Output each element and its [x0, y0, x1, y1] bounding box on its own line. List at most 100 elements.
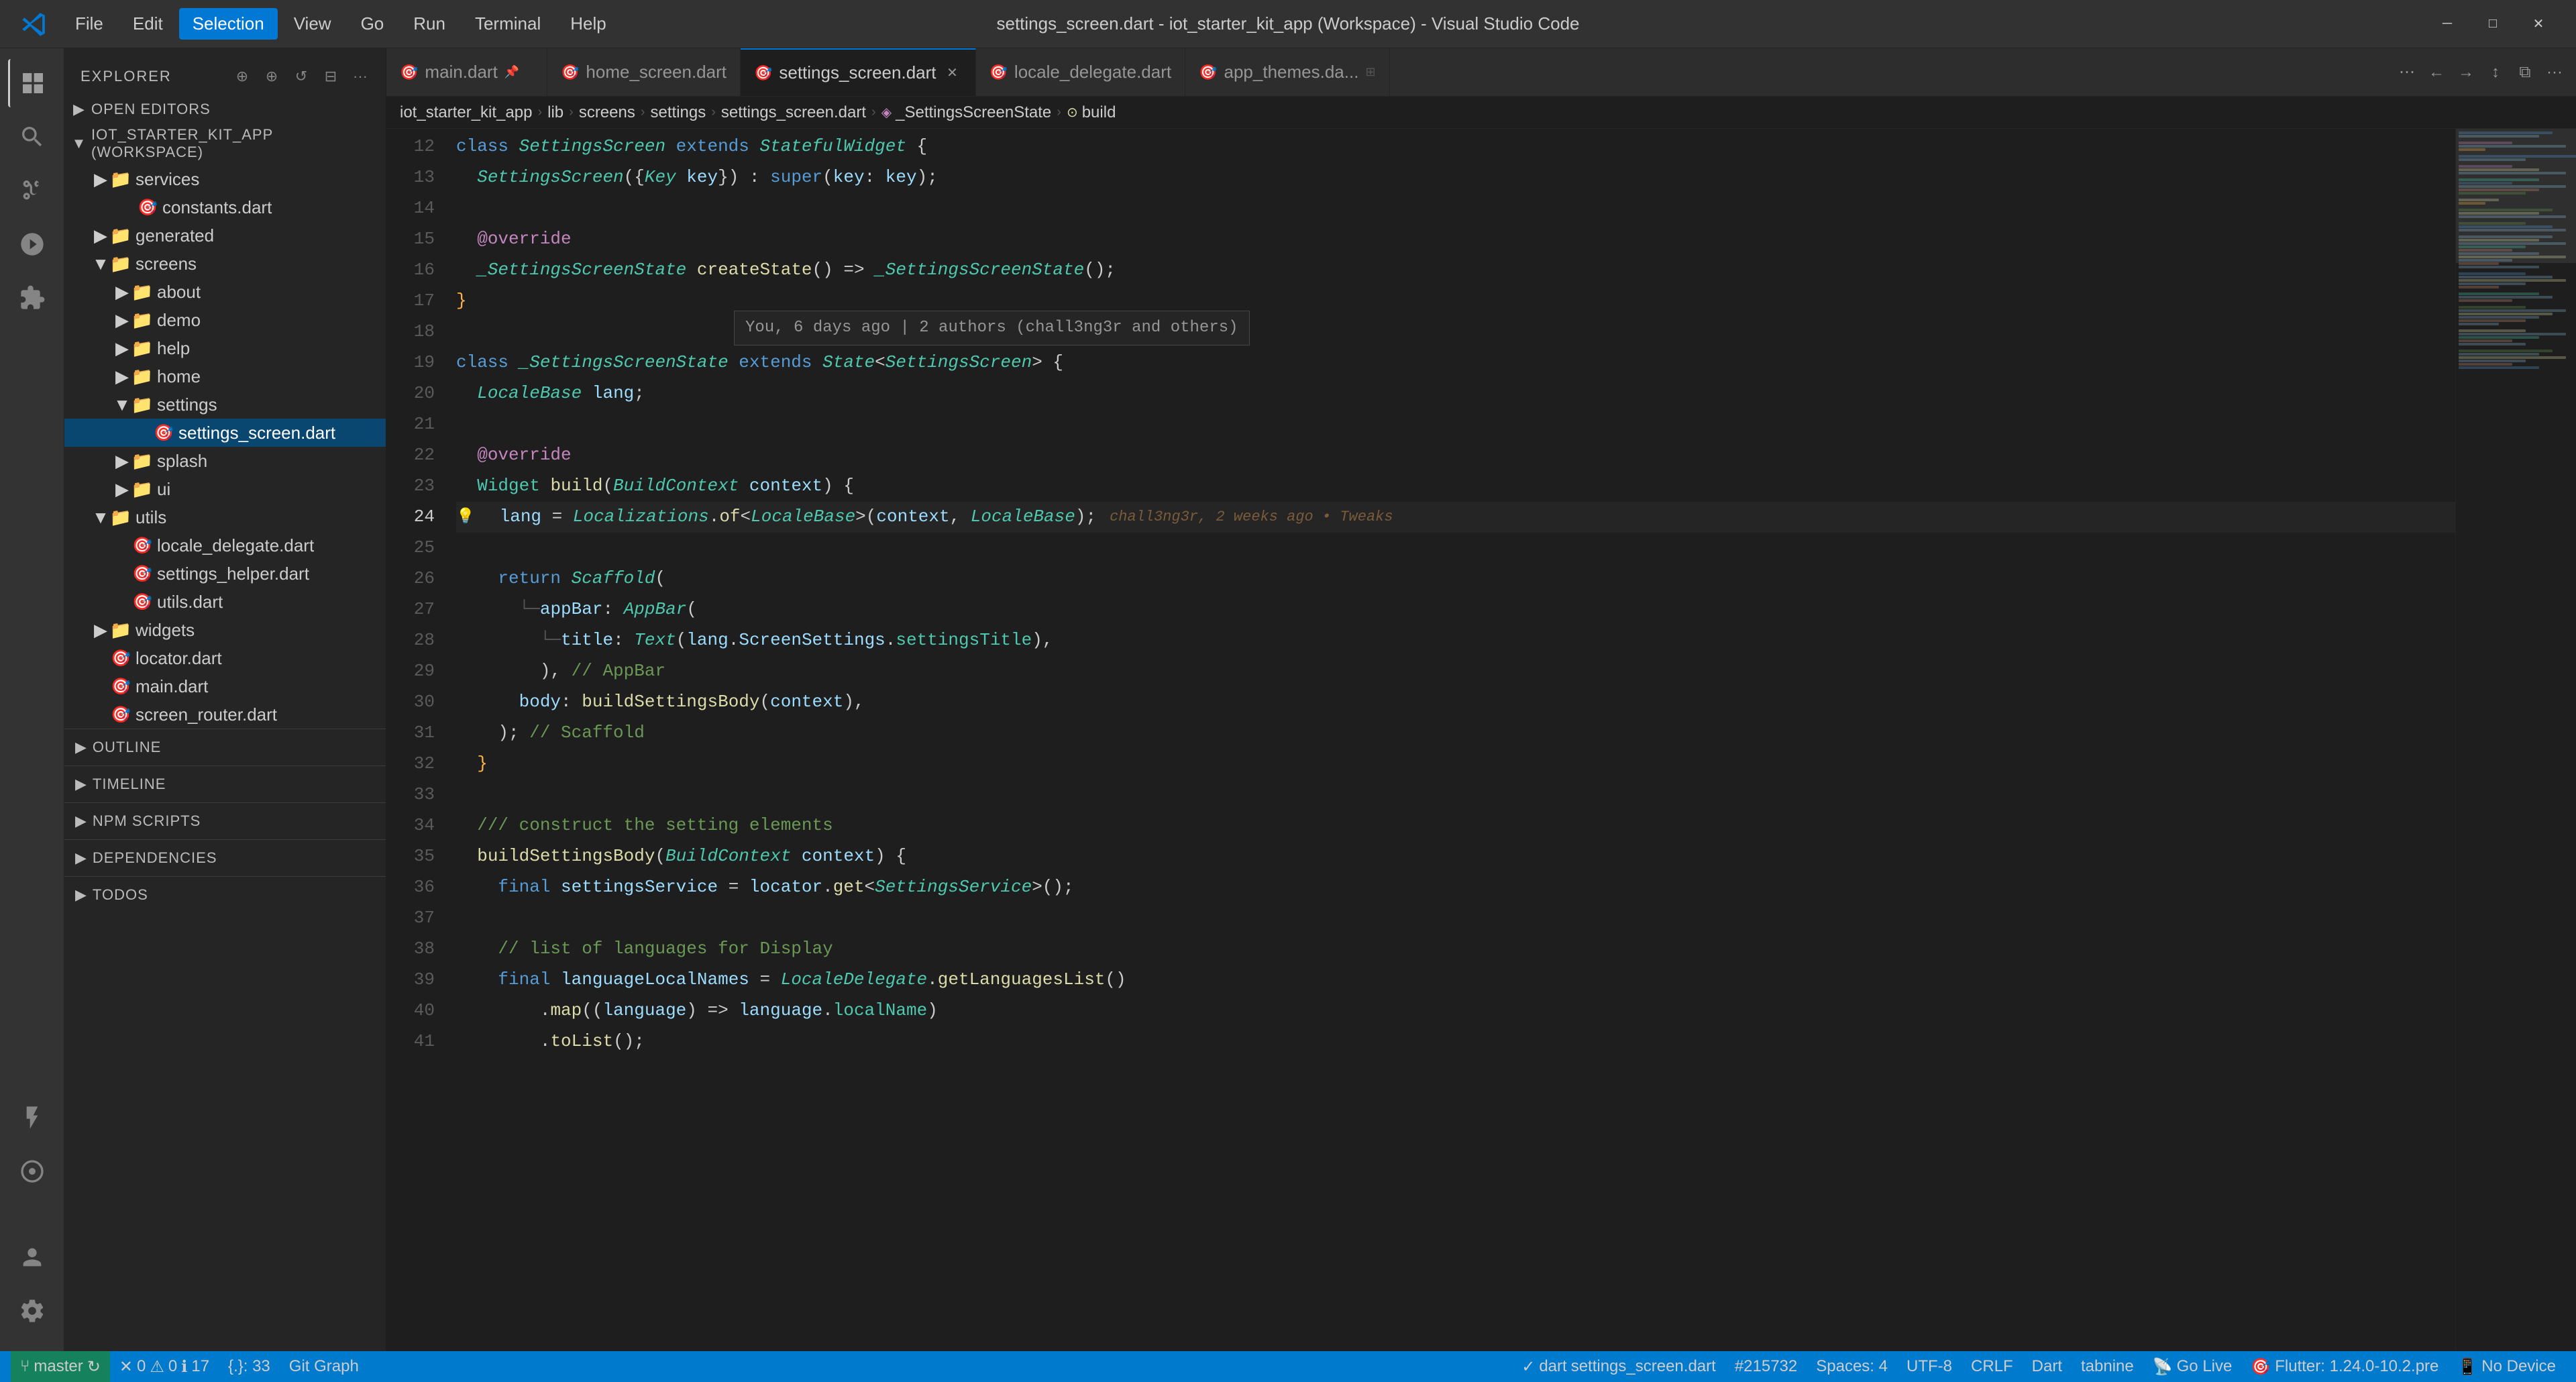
tree-item-locator[interactable]: 🎯 locator.dart	[64, 644, 386, 672]
tab-settings-screen-close[interactable]: ✕	[943, 64, 962, 83]
status-eol[interactable]: CRLF	[1962, 1351, 2023, 1382]
close-button[interactable]: ✕	[2517, 11, 2560, 38]
status-lang-id[interactable]: Dart	[2023, 1351, 2072, 1382]
more-tab-actions-button[interactable]: ···	[2541, 59, 2568, 86]
locale-delegate-label: locale_delegate.dart	[157, 535, 386, 556]
tree-item-settings-helper[interactable]: 🎯 settings_helper.dart	[64, 560, 386, 588]
refresh-explorer-button[interactable]: ↺	[289, 64, 313, 89]
code-content[interactable]: class SettingsScreen extends StatefulWid…	[445, 129, 2455, 1351]
testing-activity-icon[interactable]	[8, 1094, 56, 1142]
split-right-button[interactable]: ⧉	[2512, 59, 2538, 86]
status-flutter[interactable]: 🎯 Flutter: 1.24.0-10.2.pre	[2241, 1351, 2448, 1382]
status-tabnine[interactable]: tabnine	[2072, 1351, 2143, 1382]
tab-main-dart[interactable]: 🎯 main.dart 📌	[386, 48, 547, 96]
git-lens-tooltip: You, 6 days ago | 2 authors (chall3ng3r …	[734, 311, 1250, 346]
new-folder-button[interactable]: ⊕	[260, 64, 284, 89]
npm-scripts-section-header[interactable]: ▶ NPM SCRIPTS	[64, 808, 386, 834]
split-editor-button[interactable]: ⋯	[2394, 59, 2420, 86]
timeline-section-header[interactable]: ▶ TIMELINE	[64, 772, 386, 797]
status-go-live[interactable]: 📡 Go Live	[2143, 1351, 2242, 1382]
tree-item-settings[interactable]: ▼ 📁 settings	[64, 390, 386, 419]
breadcrumb-settings[interactable]: settings	[651, 103, 706, 122]
tree-item-ui[interactable]: ▶ 📁 ui	[64, 475, 386, 503]
tree-item-home[interactable]: ▶ 📁 home	[64, 362, 386, 390]
nav-back-button[interactable]: ←	[2423, 59, 2450, 86]
tree-item-constants[interactable]: 🎯 constants.dart	[64, 193, 386, 221]
utils-folder-icon: 📁	[110, 507, 131, 528]
minimap[interactable]	[2455, 129, 2576, 1351]
tree-item-utils[interactable]: ▼ 📁 utils	[64, 503, 386, 531]
search-activity-icon[interactable]	[8, 113, 56, 161]
menu-run[interactable]: Run	[400, 8, 459, 40]
lightbulb-icon[interactable]: 💡	[456, 505, 474, 529]
status-language-check[interactable]: ✓ dart settings_screen.dart	[1512, 1351, 1725, 1382]
status-git-graph[interactable]: Git Graph	[280, 1351, 368, 1382]
status-spaces[interactable]: Spaces: 4	[1807, 1351, 1897, 1382]
outline-section-header[interactable]: ▶ OUTLINE	[64, 735, 386, 760]
ui-folder-icon: 📁	[131, 478, 153, 500]
code-editor[interactable]: 12 13 14 15 16 17 18 19 20 21 22 23 24 2…	[386, 129, 2576, 1351]
device-icon: 📱	[2457, 1357, 2477, 1377]
tab-locale-delegate[interactable]: 🎯 locale_delegate.dart	[976, 48, 1186, 96]
more-actions-button[interactable]: ···	[348, 64, 372, 89]
todos-section-header[interactable]: ▶ TODOS	[64, 882, 386, 908]
extensions-activity-icon[interactable]	[8, 274, 56, 322]
breadcrumb-class[interactable]: ◈ _SettingsScreenState	[881, 103, 1052, 122]
breadcrumb-screens[interactable]: screens	[579, 103, 635, 122]
status-no-device[interactable]: 📱 No Device	[2448, 1351, 2565, 1382]
tree-item-locale-delegate[interactable]: 🎯 locale_delegate.dart	[64, 531, 386, 560]
run-activity-icon[interactable]	[8, 220, 56, 268]
code-line-27: └─appBar: AppBar(	[456, 594, 2455, 625]
dependencies-section-header[interactable]: ▶ DEPENDENCIES	[64, 845, 386, 871]
tree-item-settings-screen[interactable]: 🎯 settings_screen.dart	[64, 419, 386, 447]
nav-forward-button[interactable]: →	[2453, 59, 2479, 86]
menu-view[interactable]: View	[280, 8, 345, 40]
status-cursor[interactable]: {.}: 33	[219, 1351, 280, 1382]
status-encoding[interactable]: UTF-8	[1897, 1351, 1962, 1382]
tab-settings-screen[interactable]: 🎯 settings_screen.dart ✕	[741, 48, 976, 96]
settings-activity-icon[interactable]	[8, 1287, 56, 1335]
tree-item-main-dart[interactable]: 🎯 main.dart	[64, 672, 386, 700]
menu-terminal[interactable]: Terminal	[462, 8, 554, 40]
breadcrumb-app[interactable]: iot_starter_kit_app	[400, 103, 532, 122]
tab-home-screen[interactable]: 🎯 home_screen.dart	[547, 48, 741, 96]
new-file-button[interactable]: ⊕	[230, 64, 254, 89]
ui-label: ui	[157, 479, 386, 500]
menu-file[interactable]: File	[62, 8, 117, 40]
source-control-activity-icon[interactable]	[8, 166, 56, 215]
breadcrumb-method[interactable]: ⊙ build	[1067, 103, 1116, 122]
maximize-button[interactable]: □	[2471, 11, 2514, 38]
tree-item-widgets[interactable]: ▶ 📁 widgets	[64, 616, 386, 644]
tree-item-screen-router[interactable]: 🎯 screen_router.dart	[64, 700, 386, 729]
tree-item-splash[interactable]: ▶ 📁 splash	[64, 447, 386, 475]
breadcrumb-file[interactable]: settings_screen.dart	[721, 103, 866, 122]
menu-selection[interactable]: Selection	[179, 8, 278, 40]
explorer-activity-icon[interactable]	[8, 59, 56, 107]
tree-item-help[interactable]: ▶ 📁 help	[64, 334, 386, 362]
open-editors-section[interactable]: ▶ Open Editors	[64, 97, 386, 122]
accounts-activity-icon[interactable]	[8, 1233, 56, 1281]
collapse-explorer-button[interactable]: ⊟	[319, 64, 343, 89]
tree-item-generated[interactable]: ▶ 📁 generated	[64, 221, 386, 250]
info-icon: ℹ	[181, 1357, 187, 1377]
tree-item-services[interactable]: ▶ 📁 services	[64, 165, 386, 193]
tree-item-demo[interactable]: ▶ 📁 demo	[64, 306, 386, 334]
minimize-button[interactable]: ─	[2426, 11, 2469, 38]
open-changes-button[interactable]: ↕	[2482, 59, 2509, 86]
remote-activity-icon[interactable]	[8, 1147, 56, 1195]
status-errors[interactable]: ✕ 0 ⚠ 0 ℹ 17	[110, 1351, 219, 1382]
splash-label: splash	[157, 451, 386, 472]
line-num-25: 25	[386, 533, 435, 564]
tree-item-about[interactable]: ▶ 📁 about	[64, 278, 386, 306]
menu-go[interactable]: Go	[347, 8, 398, 40]
status-line-col[interactable]: #215732	[1725, 1351, 1807, 1382]
tree-item-utils-dart[interactable]: 🎯 utils.dart	[64, 588, 386, 616]
tree-item-screens[interactable]: ▼ 📁 screens	[64, 250, 386, 278]
status-go-live-label: Go Live	[2177, 1357, 2233, 1376]
tab-app-themes[interactable]: 🎯 app_themes.da... ⊞	[1185, 48, 1389, 96]
breadcrumb-lib[interactable]: lib	[547, 103, 564, 122]
menu-edit[interactable]: Edit	[119, 8, 176, 40]
menu-help[interactable]: Help	[557, 8, 619, 40]
status-branch[interactable]: ⑂ master ↻	[11, 1351, 110, 1382]
workspace-section[interactable]: ▼ IOT_STARTER_KIT_APP (WORKSPACE)	[64, 122, 386, 165]
